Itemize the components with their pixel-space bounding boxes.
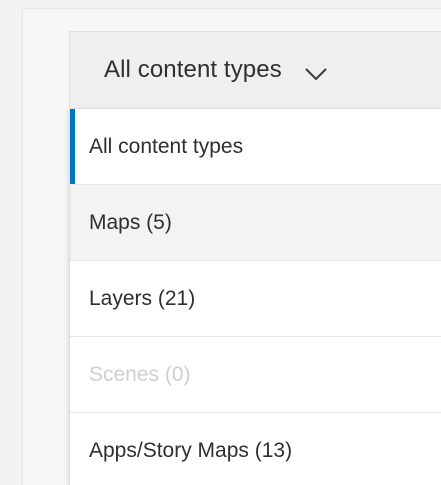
menu-item-label: Layers (21) bbox=[89, 286, 196, 310]
menu-item-all-content-types[interactable]: All content types bbox=[70, 109, 441, 185]
menu-item-label: All content types bbox=[89, 134, 244, 158]
menu-item-scenes: Scenes (0) bbox=[70, 337, 441, 413]
chevron-down-icon bbox=[304, 66, 328, 82]
dropdown-selected-label: All content types bbox=[104, 56, 282, 83]
menu-item-layers[interactable]: Layers (21) bbox=[70, 261, 441, 337]
menu-item-apps-story-maps[interactable]: Apps/Story Maps (13) bbox=[70, 413, 441, 485]
menu-item-maps[interactable]: Maps (5) bbox=[70, 185, 441, 261]
page: All content types All content types Maps… bbox=[0, 0, 441, 485]
content-type-menu: All content types Maps (5) Layers (21) S… bbox=[69, 109, 441, 485]
menu-item-label: Apps/Story Maps (13) bbox=[89, 438, 293, 462]
content-type-dropdown[interactable]: All content types bbox=[69, 31, 441, 109]
menu-item-label: Maps (5) bbox=[89, 210, 172, 234]
menu-item-label: Scenes (0) bbox=[89, 362, 191, 386]
